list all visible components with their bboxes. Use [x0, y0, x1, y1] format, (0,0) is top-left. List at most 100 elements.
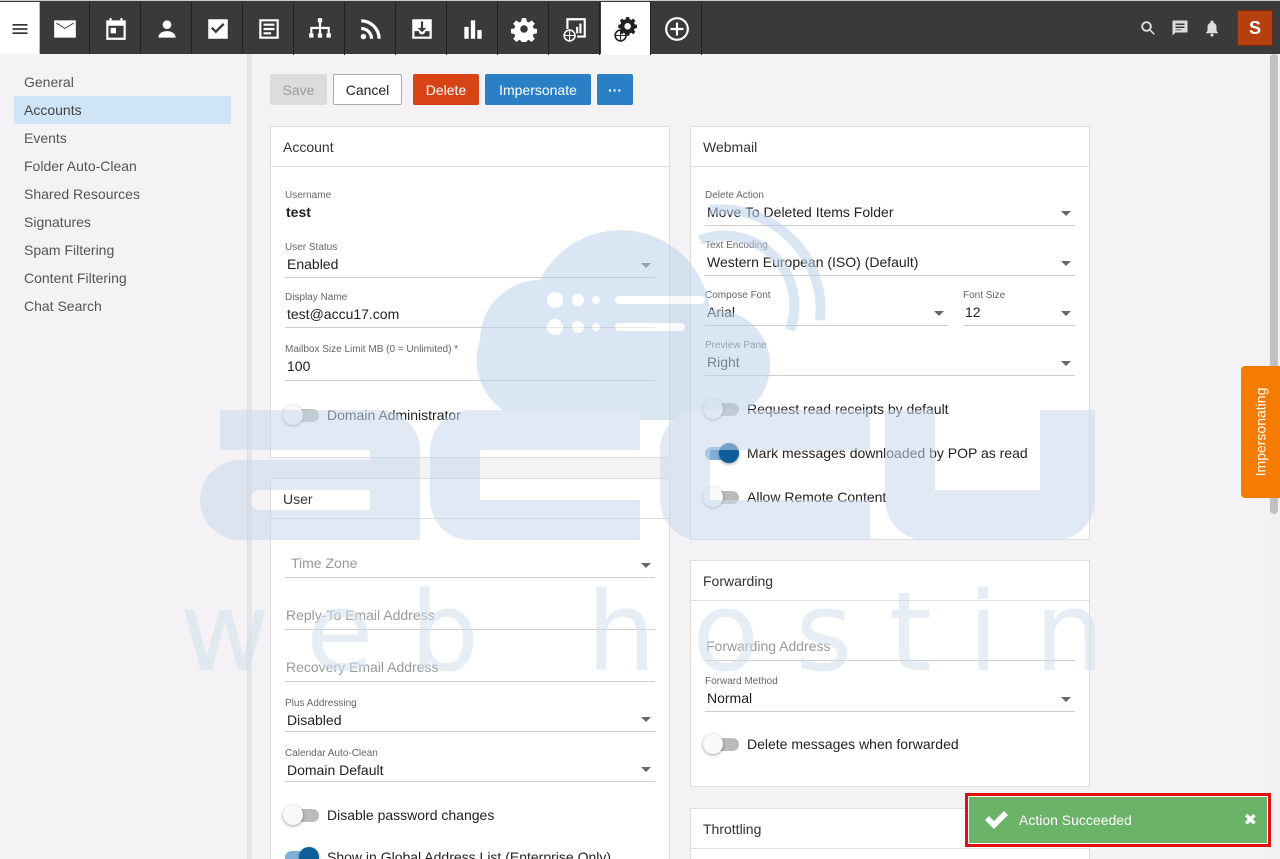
chat-icon[interactable]: [1169, 17, 1191, 39]
sidebar-item-spam-filtering[interactable]: Spam Filtering: [14, 236, 231, 264]
recovery-email-field[interactable]: Recovery Email Address: [285, 648, 655, 682]
delete-action-select[interactable]: Delete Action Move To Deleted Items Fold…: [705, 190, 1075, 226]
mailbox-size-value: 100: [287, 358, 311, 374]
user-status-select[interactable]: User Status Enabled: [285, 242, 655, 278]
compose-font-value: Arial: [707, 304, 736, 320]
plus-addressing-select[interactable]: Plus Addressing Disabled: [285, 698, 655, 732]
reports-icon[interactable]: [448, 2, 498, 55]
email-icon[interactable]: [40, 2, 90, 55]
sidebar-item-general[interactable]: General: [14, 68, 231, 96]
tasks-icon[interactable]: [193, 2, 243, 55]
user-card: User Time Zone Reply-To Email Address Re…: [270, 478, 670, 859]
delete-forwarded-toggle[interactable]: [703, 733, 739, 755]
user-status-value: Enabled: [287, 256, 339, 272]
mark-pop-read-toggle[interactable]: [703, 442, 739, 464]
username-field: Username test: [285, 190, 655, 230]
notes-icon[interactable]: [244, 2, 294, 55]
mailbox-size-field[interactable]: Mailbox Size Limit MB (0 = Unlimited) * …: [285, 344, 655, 381]
domain-admin-toggle[interactable]: [283, 404, 319, 426]
menu-icon[interactable]: [0, 2, 40, 55]
domain-reports-icon[interactable]: [550, 2, 600, 55]
reply-to-placeholder: Reply-To Email Address: [286, 607, 435, 623]
avatar[interactable]: S: [1237, 10, 1273, 46]
webmail-card-title: Webmail: [691, 127, 1089, 167]
bell-icon[interactable]: [1201, 17, 1223, 39]
sidebar-item-folder-auto-clean[interactable]: Folder Auto-Clean: [14, 152, 231, 180]
save-button[interactable]: Save: [270, 74, 327, 105]
user-status-label: User Status: [285, 242, 338, 253]
user-card-title: User: [271, 479, 669, 519]
search-icon[interactable]: [1137, 17, 1159, 39]
network-icon[interactable]: [295, 2, 345, 55]
contacts-icon[interactable]: [142, 2, 192, 55]
mark-pop-read-label: Mark messages downloaded by POP as read: [747, 445, 1028, 461]
chevron-down-icon: [641, 263, 651, 268]
forwarding-card-title: Forwarding: [691, 561, 1089, 601]
calendar-icon[interactable]: [91, 2, 141, 55]
chevron-down-icon: [641, 767, 651, 772]
main-content: Save Cancel Delete Impersonate ··· Accou…: [252, 54, 1268, 859]
delete-button[interactable]: Delete: [413, 74, 479, 105]
close-icon[interactable]: ✖: [1244, 810, 1257, 830]
preview-pane-label: Preview Pane: [705, 340, 767, 351]
webmail-card: Webmail Delete Action Move To Deleted It…: [690, 126, 1090, 540]
font-size-select[interactable]: Font Size 12: [963, 290, 1075, 326]
impersonating-label: Impersonating: [1252, 387, 1269, 477]
forwarding-address-placeholder: Forwarding Address: [706, 638, 831, 654]
font-size-value: 12: [965, 304, 981, 320]
inbox-download-icon[interactable]: [397, 2, 447, 55]
sidebar-item-signatures[interactable]: Signatures: [14, 208, 231, 236]
chevron-down-icon: [1061, 261, 1071, 266]
compose-font-label: Compose Font: [705, 290, 771, 301]
toast-message: Action Succeeded: [1019, 812, 1132, 828]
cancel-button[interactable]: Cancel: [333, 74, 402, 105]
reply-to-field[interactable]: Reply-To Email Address: [285, 596, 655, 630]
calendar-auto-clean-label: Calendar Auto-Clean: [285, 748, 378, 759]
font-size-label: Font Size: [963, 290, 1006, 301]
account-card: Account Username test User Status Enable…: [270, 126, 670, 458]
disable-password-toggle[interactable]: [283, 804, 319, 826]
mailbox-size-label: Mailbox Size Limit MB (0 = Unlimited) *: [285, 344, 459, 355]
chevron-down-icon: [641, 717, 651, 722]
remote-content-toggle[interactable]: [703, 486, 739, 508]
sidebar-item-shared-resources[interactable]: Shared Resources: [14, 180, 231, 208]
forwarding-card: Forwarding Forwarding Address Forward Me…: [690, 560, 1090, 787]
time-zone-select[interactable]: Time Zone: [285, 544, 655, 578]
impersonate-button[interactable]: Impersonate: [485, 74, 591, 105]
read-receipts-toggle[interactable]: [703, 398, 739, 420]
text-encoding-select[interactable]: Text Encoding Western European (ISO) (De…: [705, 240, 1075, 276]
delete-action-value: Move To Deleted Items Folder: [707, 204, 894, 220]
preview-pane-value: Right: [707, 354, 740, 370]
forward-method-value: Normal: [707, 690, 753, 706]
preview-pane-select[interactable]: Preview Pane Right: [705, 340, 1075, 376]
rss-icon[interactable]: [346, 2, 396, 55]
calendar-auto-clean-value: Domain Default: [287, 762, 384, 778]
chevron-down-icon: [1061, 697, 1071, 702]
calendar-auto-clean-select[interactable]: Calendar Auto-Clean Domain Default: [285, 748, 655, 782]
plus-addressing-label: Plus Addressing: [285, 698, 357, 709]
show-gal-toggle[interactable]: [283, 846, 319, 859]
forwarding-address-field[interactable]: Forwarding Address: [705, 627, 1075, 661]
display-name-field[interactable]: Display Name test@accu17.com: [285, 292, 655, 328]
forward-method-select[interactable]: Forward Method Normal: [705, 676, 1075, 712]
add-icon[interactable]: [652, 2, 702, 55]
impersonating-tab[interactable]: Impersonating: [1241, 366, 1280, 498]
show-gal-label: Show in Global Address List (Enterprise …: [327, 849, 612, 859]
recovery-email-placeholder: Recovery Email Address: [286, 659, 439, 675]
sidebar-item-accounts[interactable]: Accounts: [14, 96, 231, 124]
sidebar-item-events[interactable]: Events: [14, 124, 231, 152]
more-options-button[interactable]: ···: [597, 74, 633, 105]
sidebar-item-chat-search[interactable]: Chat Search: [14, 292, 231, 320]
plus-addressing-value: Disabled: [287, 712, 342, 728]
sidebar: General Accounts Events Folder Auto-Clea…: [0, 54, 248, 859]
chevron-down-icon: [1061, 311, 1071, 316]
sidebar-item-content-filtering[interactable]: Content Filtering: [14, 264, 231, 292]
chevron-down-icon: [641, 563, 651, 568]
forward-method-label: Forward Method: [705, 676, 778, 687]
compose-font-select[interactable]: Compose Font Arial: [705, 290, 948, 326]
display-name-value: test@accu17.com: [287, 306, 400, 322]
settings-icon[interactable]: [499, 2, 549, 55]
delete-action-label: Delete Action: [705, 190, 764, 201]
toast-notification: Action Succeeded ✖: [965, 793, 1271, 847]
domain-settings-icon[interactable]: [601, 2, 651, 55]
